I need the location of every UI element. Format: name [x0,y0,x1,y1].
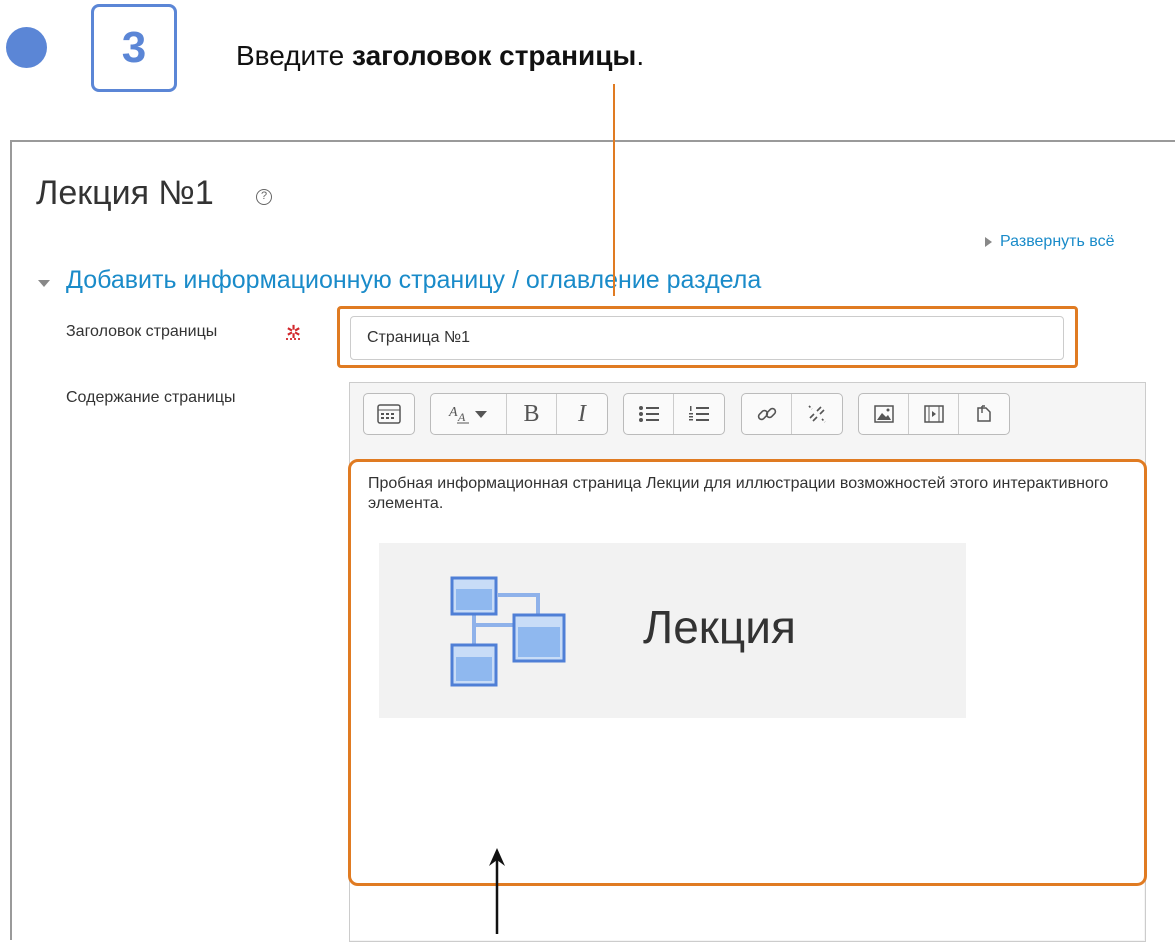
file-icon[interactable] [959,394,1009,434]
step-bullet [6,27,47,68]
image-icon[interactable] [859,394,909,434]
toolbar-group-media [858,393,1010,435]
toolbar-group-links [741,393,843,435]
required-icon: ✲ [286,322,302,342]
content-paragraph: Пробная информационная страница Лекции д… [368,475,1109,512]
instruction-bold: заголовок страницы [352,40,637,71]
link-icon[interactable] [742,394,792,434]
step-number: 3 [121,23,147,72]
italic-glyph: I [578,400,586,427]
page-title: Лекция №1 [36,174,214,212]
ordered-list-icon[interactable] [674,394,724,434]
step-number-badge: 3 [91,4,177,92]
instruction-suffix: . [636,40,645,71]
title-field-label: Заголовок страницы [66,323,218,340]
unlink-icon[interactable] [792,394,842,434]
font-size-icon[interactable]: AA [431,394,507,434]
toolbar-group-lists [623,393,725,435]
toolbar-group-style: AA B I [430,393,608,435]
svg-text:A: A [457,410,466,424]
media-icon[interactable] [909,394,959,434]
content-field-label: Содержание страницы [66,389,236,406]
callout-line [613,84,615,296]
step-instruction: Введите заголовок страницы. [236,40,644,72]
expand-all-label: Развернуть всё [1000,233,1115,250]
banner-caption: Лекция [643,601,796,653]
unordered-list-icon[interactable] [624,394,674,434]
caret-down-icon[interactable] [38,280,50,287]
svg-text:A: A [448,405,458,420]
triangle-right-icon [985,237,992,247]
bold-icon[interactable]: B [507,394,557,434]
lesson-hierarchy-icon [448,575,568,695]
expand-all-link[interactable]: Развернуть всё [985,233,1114,251]
section-title[interactable]: Добавить информационную страницу / оглав… [66,266,761,295]
show-more-buttons-icon[interactable] [364,394,414,434]
arrow-up-icon [486,844,508,939]
question-circle-icon[interactable]: ? [256,189,272,205]
italic-icon[interactable]: I [557,394,607,434]
toolbar-group-collapse [363,393,415,435]
page-title-input[interactable] [350,316,1064,360]
bold-glyph: B [523,400,540,427]
instruction-prefix: Введите [236,40,353,71]
